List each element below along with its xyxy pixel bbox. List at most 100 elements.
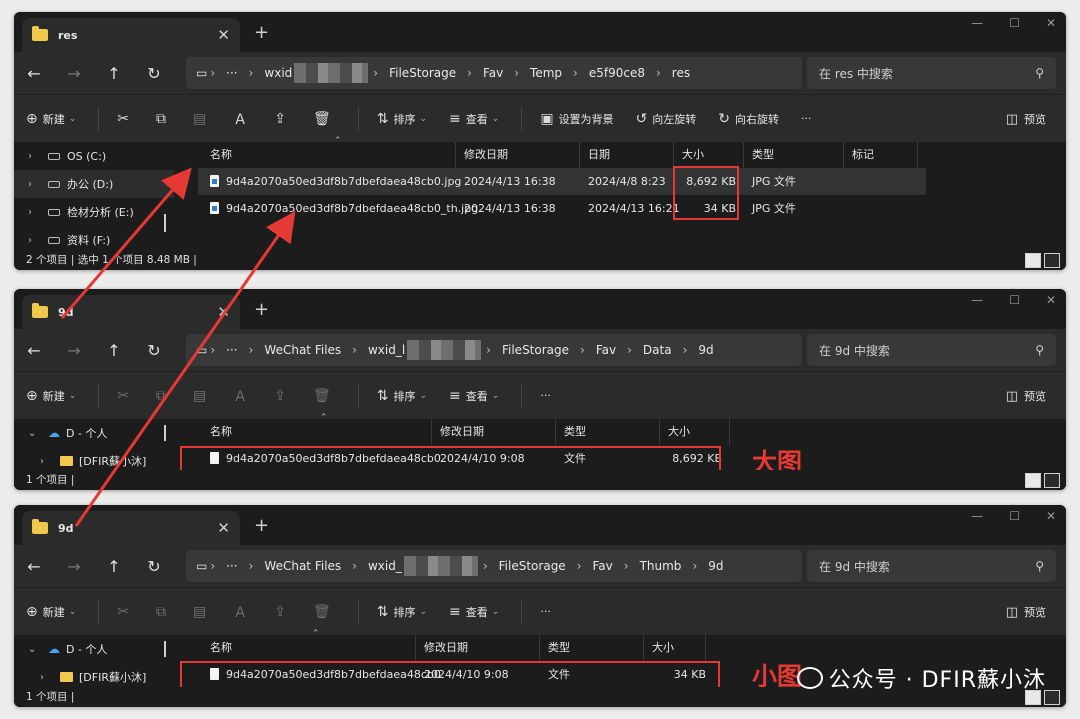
header-modified[interactable]: 修改日期 [432, 419, 556, 445]
sort-button[interactable]: ⇅ 排序 ⌄ [377, 111, 427, 127]
preview-button[interactable]: ◫ 预览 [1006, 111, 1046, 127]
chevron-down-icon[interactable]: ⌄ [28, 428, 48, 439]
breadcrumb-item[interactable]: Thumb [640, 559, 682, 573]
address-bar[interactable]: ▭ › ··· › WeChat Files › wxid_l › FileStorage… [186, 334, 802, 366]
maximize-icon[interactable]: ☐ [1009, 509, 1020, 523]
up-icon[interactable]: ↑ [94, 64, 134, 83]
cut-button[interactable]: ✂ [117, 604, 134, 620]
delete-button[interactable]: 🗑 [313, 388, 336, 404]
more-button[interactable]: ··· [540, 389, 551, 402]
copy-button[interactable]: ⧉ [156, 604, 171, 620]
close-window-icon[interactable]: ✕ [1046, 509, 1056, 523]
nav-item-d[interactable]: › 办公 (D:) [14, 170, 174, 198]
close-tab-icon[interactable]: ✕ [217, 26, 230, 44]
more-button[interactable]: ··· [801, 112, 812, 125]
forward-icon[interactable]: → [54, 557, 94, 576]
tiles-view-button[interactable] [1044, 690, 1060, 705]
chevron-right-icon[interactable]: › [28, 207, 48, 218]
close-tab-icon[interactable]: ✕ [217, 303, 230, 321]
breadcrumb-item[interactable]: FileStorage [502, 343, 569, 357]
cut-button[interactable]: ✂ [117, 111, 134, 127]
file-row[interactable]: 9d4a2070a50ed3df8b7dbefdaea48cb0_th.jpg … [198, 195, 926, 222]
details-view-button[interactable] [1025, 253, 1041, 268]
new-tab-button[interactable]: + [254, 22, 269, 43]
chevron-right-icon[interactable]: › [28, 179, 48, 190]
sort-button[interactable]: ⇅ 排序 ⌄ [377, 388, 427, 404]
minimize-icon[interactable]: — [971, 509, 983, 523]
nav-item-onedrive[interactable]: ⌄ ☁ D - 个人 [14, 419, 174, 447]
breadcrumb-item[interactable]: wxid_l [368, 343, 405, 357]
minimize-icon[interactable]: — [971, 16, 983, 30]
header-size[interactable]: 大小 [674, 142, 744, 168]
tiles-view-button[interactable] [1044, 473, 1060, 488]
chevron-down-icon[interactable]: ⌄ [28, 644, 48, 655]
nav-item-e[interactable]: › 检材分析 (E:) [14, 198, 174, 226]
back-icon[interactable]: ← [14, 557, 54, 576]
scrollbar[interactable] [164, 641, 166, 657]
header-name[interactable]: 名称 [202, 419, 432, 445]
header-type[interactable]: 类型 [556, 419, 660, 445]
address-bar[interactable]: ▭ › ··· › wxid › FileStorage › Fav › Temp › e5f… [186, 57, 802, 89]
breadcrumb-item[interactable]: FileStorage [389, 66, 456, 80]
new-tab-button[interactable]: + [254, 515, 269, 536]
back-icon[interactable]: ← [14, 64, 54, 83]
details-view-button[interactable] [1025, 473, 1041, 488]
rotate-left-button[interactable]: ↺ 向左旋转 [636, 111, 697, 127]
breadcrumb-item[interactable]: Temp [530, 66, 562, 80]
header-size[interactable]: 大小 [644, 635, 706, 661]
rename-button[interactable]: Ａ [233, 386, 252, 406]
close-window-icon[interactable]: ✕ [1046, 293, 1056, 307]
header-modified[interactable]: 修改日期 [456, 142, 580, 168]
breadcrumb-item[interactable]: wxid_ [368, 559, 402, 573]
search-input[interactable]: 在 9d 中搜索 ⚲ [807, 334, 1056, 366]
preview-button[interactable]: ◫ 预览 [1006, 604, 1046, 620]
header-tag[interactable]: 标记 [844, 142, 918, 168]
share-button[interactable]: ⇪ [274, 388, 291, 404]
maximize-icon[interactable]: ☐ [1009, 293, 1020, 307]
new-button[interactable]: ⊕ 新建 ⌄ [26, 388, 76, 404]
share-button[interactable]: ⇪ [274, 604, 291, 620]
maximize-icon[interactable]: ☐ [1009, 16, 1020, 30]
paste-button[interactable]: ▤ [193, 111, 211, 127]
up-icon[interactable]: ↑ [94, 557, 134, 576]
nav-item-c[interactable]: › OS (C:) [14, 142, 174, 170]
breadcrumb-item[interactable]: 9d [698, 343, 713, 357]
share-button[interactable]: ⇪ [274, 111, 291, 127]
forward-icon[interactable]: → [54, 341, 94, 360]
close-tab-icon[interactable]: ✕ [217, 519, 230, 537]
header-name[interactable]: 名称 [202, 635, 416, 661]
chevron-right-icon[interactable]: › [28, 235, 48, 246]
breadcrumb-item[interactable]: res [672, 66, 690, 80]
scrollbar[interactable] [164, 214, 166, 232]
header-size[interactable]: 大小 [660, 419, 730, 445]
minimize-icon[interactable]: — [971, 293, 983, 307]
delete-button[interactable]: 🗑 [313, 111, 336, 127]
forward-icon[interactable]: → [54, 64, 94, 83]
view-button[interactable]: ≡ 查看 ⌄ [449, 604, 499, 620]
refresh-icon[interactable]: ↻ [134, 557, 174, 576]
rename-button[interactable]: Ａ [233, 109, 252, 129]
header-type[interactable]: 类型 [744, 142, 844, 168]
tiles-view-button[interactable] [1044, 253, 1060, 268]
refresh-icon[interactable]: ↻ [134, 341, 174, 360]
chevron-right-icon[interactable]: › [40, 672, 60, 683]
chevron-right-icon[interactable]: › [28, 151, 48, 162]
close-window-icon[interactable]: ✕ [1046, 16, 1056, 30]
breadcrumb-item[interactable]: wxid [264, 66, 292, 80]
breadcrumb-item[interactable]: FileStorage [499, 559, 566, 573]
paste-button[interactable]: ▤ [193, 388, 211, 404]
set-background-button[interactable]: ▣ 设置为背景 [540, 111, 613, 127]
view-button[interactable]: ≡ 查看 ⌄ [449, 111, 499, 127]
copy-button[interactable]: ⧉ [156, 388, 171, 404]
chevron-right-icon[interactable]: › [40, 456, 60, 467]
more-button[interactable]: ··· [540, 605, 551, 618]
breadcrumb-item[interactable]: Data [643, 343, 672, 357]
new-button[interactable]: ⊕ 新建 ⌄ [26, 111, 76, 127]
paste-button[interactable]: ▤ [193, 604, 211, 620]
delete-button[interactable]: 🗑 [313, 604, 336, 620]
nav-item-onedrive[interactable]: ⌄ ☁ D - 个人 [14, 635, 174, 663]
tab-res[interactable]: res ✕ [22, 18, 240, 52]
back-icon[interactable]: ← [14, 341, 54, 360]
header-name[interactable]: 名称 [202, 142, 456, 168]
breadcrumb-item[interactable]: Fav [593, 559, 613, 573]
